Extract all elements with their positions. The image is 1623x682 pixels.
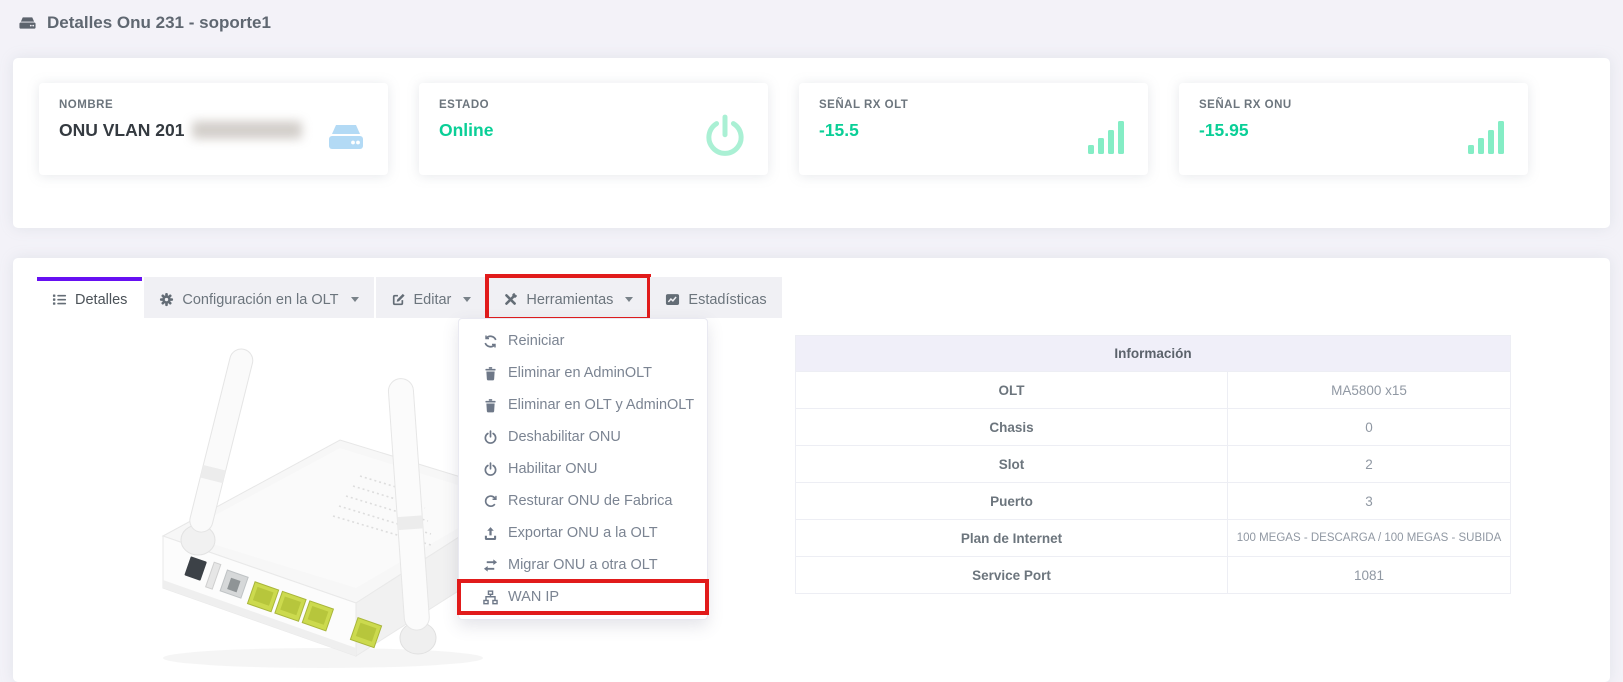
- menu-item-restaurar-fabrica[interactable]: Resturar ONU de Fabrica: [459, 485, 707, 517]
- row-label: Service Port: [796, 557, 1228, 594]
- tab-label: Configuración en la OLT: [182, 292, 338, 308]
- info-table: Información OLT MA5800 x15 Chasis 0 Slot…: [795, 335, 1511, 594]
- menu-item-habilitar-onu[interactable]: Habilitar ONU: [459, 453, 707, 485]
- card-senal-rx-olt: SEÑAL RX OLT -15.5: [799, 83, 1148, 175]
- tools-icon: [503, 292, 518, 307]
- trash-icon: [483, 398, 498, 413]
- tab-label: Herramientas: [526, 292, 613, 308]
- row-label: Puerto: [796, 483, 1228, 520]
- menu-item-deshabilitar-onu[interactable]: Deshabilitar ONU: [459, 421, 707, 453]
- row-label: OLT: [796, 372, 1228, 409]
- card-label: NOMBRE: [59, 99, 302, 111]
- tab-configuracion-olt[interactable]: Configuración en la OLT: [144, 277, 373, 318]
- tab-herramientas[interactable]: Herramientas: [488, 277, 648, 318]
- table-row: Puerto 3: [796, 483, 1511, 520]
- menu-item-migrar-olt[interactable]: Migrar ONU a otra OLT: [459, 549, 707, 581]
- menu-item-label: Eliminar en OLT y AdminOLT: [508, 397, 694, 413]
- upload-icon: [483, 526, 498, 541]
- card-value: Online: [439, 120, 493, 141]
- power-icon: [483, 430, 498, 445]
- row-value: 0: [1228, 409, 1511, 446]
- network-icon: [483, 590, 498, 605]
- gear-icon: [159, 292, 174, 307]
- power-icon: [483, 462, 498, 477]
- herramientas-dropdown: Reiniciar Eliminar en AdminOLT Eliminar …: [458, 318, 708, 620]
- tab-detalles[interactable]: Detalles: [37, 277, 142, 318]
- menu-item-label: Reiniciar: [508, 333, 564, 349]
- menu-item-label: Eliminar en AdminOLT: [508, 365, 652, 381]
- card-nombre: NOMBRE ONU VLAN 201: [39, 83, 388, 175]
- tab-label: Editar: [414, 292, 452, 308]
- table-row: Service Port 1081: [796, 557, 1511, 594]
- tab-label: Detalles: [75, 292, 127, 308]
- details-panel: Detalles Configuración en la OLT: [13, 258, 1610, 682]
- card-value: ONU VLAN 201: [59, 120, 302, 141]
- menu-item-label: Exportar ONU a la OLT: [508, 525, 658, 541]
- card-label: ESTADO: [439, 99, 493, 111]
- menu-item-eliminar-adminolt[interactable]: Eliminar en AdminOLT: [459, 357, 707, 389]
- table-row: Chasis 0: [796, 409, 1511, 446]
- signal-bars-icon: [1088, 120, 1128, 154]
- menu-item-label: Resturar ONU de Fabrica: [508, 493, 672, 509]
- hdd-icon: [17, 14, 38, 32]
- page-header: Detalles Onu 231 - soporte1: [0, 0, 1623, 46]
- menu-item-label: WAN IP: [508, 589, 559, 605]
- caret-down-icon: [625, 297, 633, 302]
- chart-icon: [665, 292, 680, 307]
- table-row: Plan de Internet 100 MEGAS - DESCARGA / …: [796, 520, 1511, 557]
- card-value: -15.95: [1199, 120, 1292, 141]
- row-value: 3: [1228, 483, 1511, 520]
- menu-item-wan-ip[interactable]: WAN IP: [459, 581, 707, 613]
- exchange-icon: [483, 558, 498, 573]
- list-icon: [52, 292, 67, 307]
- menu-item-reiniciar[interactable]: Reiniciar: [459, 325, 707, 357]
- menu-item-exportar-olt[interactable]: Exportar ONU a la OLT: [459, 517, 707, 549]
- row-label: Slot: [796, 446, 1228, 483]
- card-estado: ESTADO Online: [419, 83, 768, 175]
- trash-icon: [483, 366, 498, 381]
- row-value: 2: [1228, 446, 1511, 483]
- row-value: 100 MEGAS - DESCARGA / 100 MEGAS - SUBID…: [1228, 520, 1511, 557]
- signal-bars-icon: [1468, 120, 1508, 154]
- tab-editar[interactable]: Editar: [376, 277, 487, 318]
- redacted-text: [192, 121, 302, 139]
- page-title: Detalles Onu 231 - soporte1: [47, 13, 271, 33]
- menu-item-label: Deshabilitar ONU: [508, 429, 621, 445]
- menu-item-eliminar-olt-adminolt[interactable]: Eliminar en OLT y AdminOLT: [459, 389, 707, 421]
- info-table-header: Información: [796, 336, 1511, 372]
- tab-bar: Detalles Configuración en la OLT: [13, 258, 1610, 318]
- row-value: 1081: [1228, 557, 1511, 594]
- table-row: Slot 2: [796, 446, 1511, 483]
- caret-down-icon: [463, 297, 471, 302]
- power-icon: [702, 114, 748, 160]
- row-value: MA5800 x15: [1228, 372, 1511, 409]
- card-label: SEÑAL RX OLT: [819, 99, 908, 111]
- row-label: Chasis: [796, 409, 1228, 446]
- card-senal-rx-onu: SEÑAL RX ONU -15.95: [1179, 83, 1528, 175]
- card-value: -15.5: [819, 120, 908, 141]
- hdd-icon: [324, 118, 368, 156]
- caret-down-icon: [351, 297, 359, 302]
- row-label: Plan de Internet: [796, 520, 1228, 557]
- menu-item-label: Migrar ONU a otra OLT: [508, 557, 658, 573]
- table-row: OLT MA5800 x15: [796, 372, 1511, 409]
- cards-panel: NOMBRE ONU VLAN 201 ESTADO Online: [13, 58, 1610, 228]
- tab-label: Estadísticas: [688, 292, 766, 308]
- edit-icon: [391, 292, 406, 307]
- menu-item-label: Habilitar ONU: [508, 461, 597, 477]
- card-label: SEÑAL RX ONU: [1199, 99, 1292, 111]
- rotate-icon: [483, 494, 498, 509]
- tab-estadisticas[interactable]: Estadísticas: [650, 277, 781, 318]
- refresh-icon: [483, 334, 498, 349]
